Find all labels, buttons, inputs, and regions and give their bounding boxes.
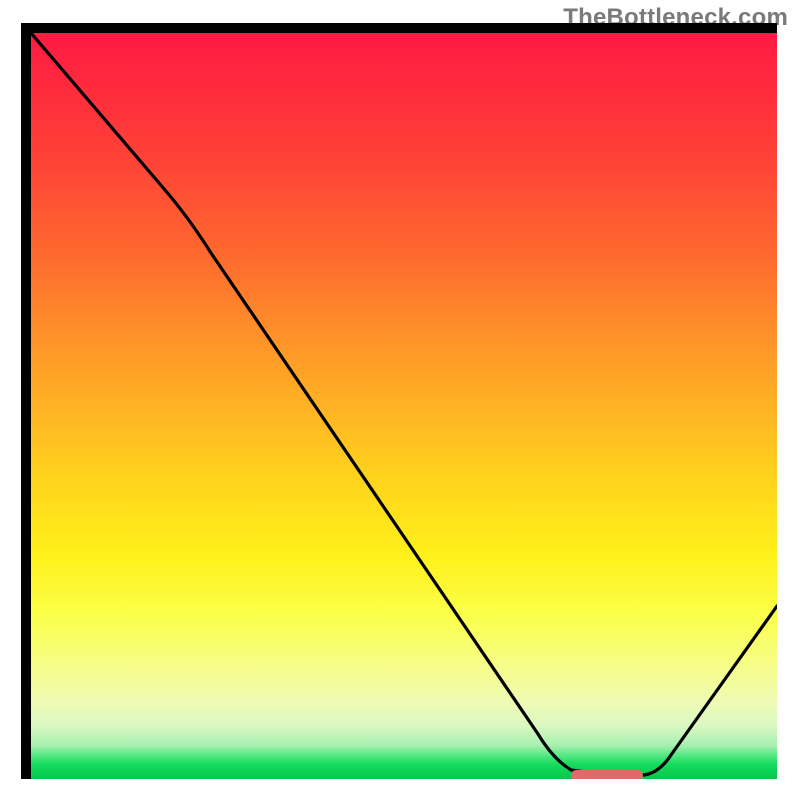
optimal-marker: [571, 770, 643, 779]
curve-svg: [31, 33, 777, 779]
bottleneck-curve: [31, 33, 777, 775]
chart-frame: TheBottleneck.com: [0, 0, 800, 800]
plot-area: [31, 33, 777, 779]
